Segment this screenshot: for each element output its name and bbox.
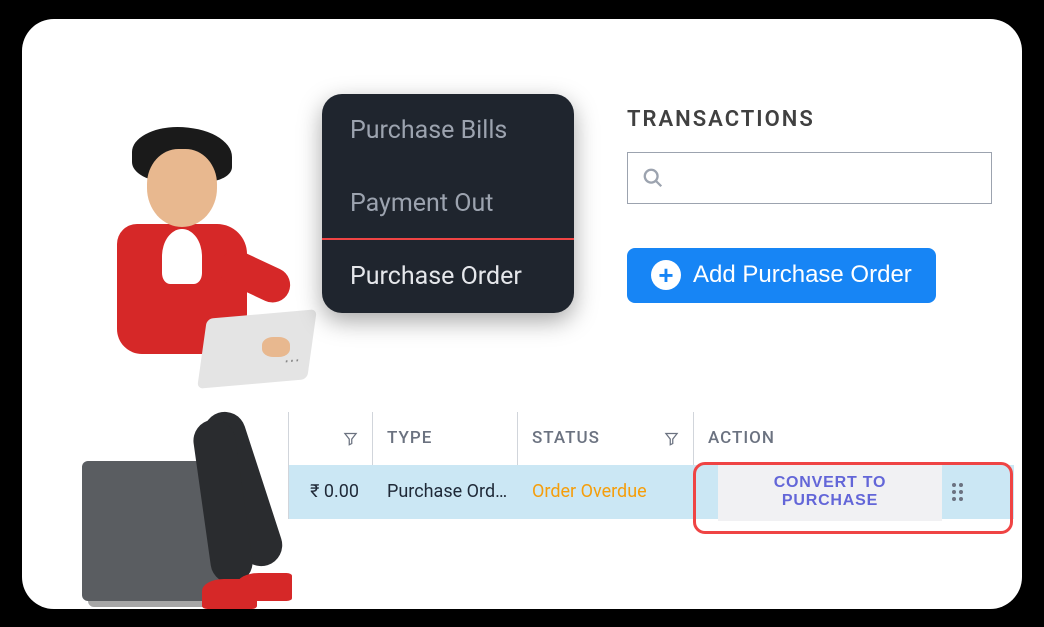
menu-item-purchase-order[interactable]: Purchase Order xyxy=(322,238,574,313)
convert-to-purchase-button[interactable]: CONVERT TO PURCHASE xyxy=(718,463,942,521)
transactions-heading: TRANSACTIONS xyxy=(627,107,992,132)
search-input[interactable] xyxy=(674,167,977,188)
menu-item-payment-out[interactable]: Payment Out xyxy=(322,167,574,240)
transactions-table: TYPE STATUS ACTION ₹ 0.00 Purchase Ord… … xyxy=(288,412,1014,519)
search-icon xyxy=(642,167,664,189)
more-actions-icon[interactable] xyxy=(952,483,963,501)
cell-action: CONVERT TO PURCHASE xyxy=(694,465,977,519)
cell-type: Purchase Ord… xyxy=(373,465,518,519)
add-purchase-order-button[interactable]: + Add Purchase Order xyxy=(627,248,936,303)
transactions-section: TRANSACTIONS + Add Purchase Order xyxy=(627,107,992,303)
filter-icon[interactable] xyxy=(664,431,679,446)
column-header-type[interactable]: TYPE xyxy=(373,412,518,465)
app-card: Purchase Bills Payment Out Purchase Orde… xyxy=(22,19,1022,609)
cell-status: Order Overdue xyxy=(518,465,694,519)
filter-icon[interactable] xyxy=(343,431,358,446)
column-header-amount[interactable] xyxy=(289,412,373,465)
table-header-row: TYPE STATUS ACTION xyxy=(289,412,1014,465)
purchase-menu: Purchase Bills Payment Out Purchase Orde… xyxy=(322,94,574,313)
illustration-person xyxy=(62,119,322,609)
table-row[interactable]: ₹ 0.00 Purchase Ord… Order Overdue CONVE… xyxy=(289,465,1014,519)
column-header-status[interactable]: STATUS xyxy=(518,412,694,465)
plus-icon: + xyxy=(651,260,681,290)
search-box[interactable] xyxy=(627,152,992,204)
column-header-action[interactable]: ACTION xyxy=(694,412,977,465)
add-button-label: Add Purchase Order xyxy=(693,261,912,289)
menu-item-purchase-bills[interactable]: Purchase Bills xyxy=(322,94,574,167)
cell-amount: ₹ 0.00 xyxy=(289,465,373,519)
